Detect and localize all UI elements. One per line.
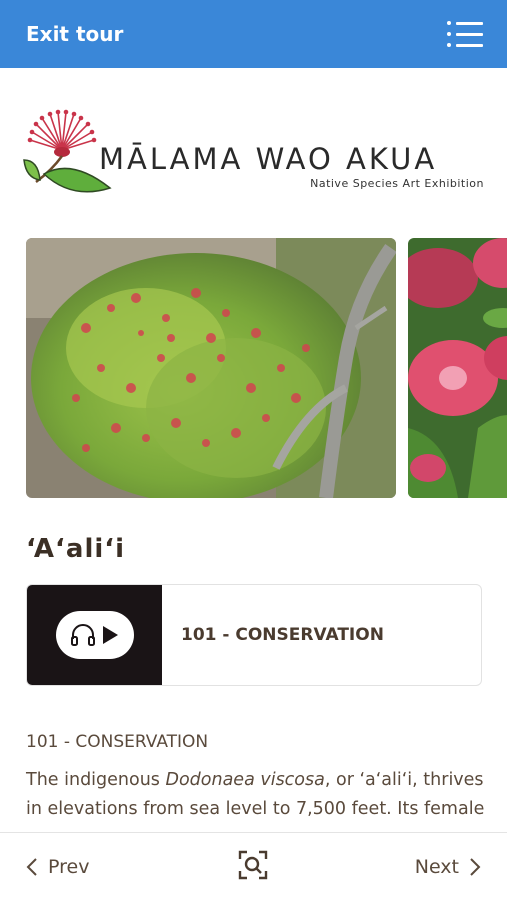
scan-search-icon[interactable] [238,850,268,880]
exit-tour-button[interactable]: Exit tour [26,22,123,46]
description-part: The indigenous [26,770,166,790]
audio-track-card[interactable]: 101 - CONSERVATION [26,584,482,686]
scientific-name: Dodonaea viscosa [165,770,325,790]
headphones-icon [70,624,95,646]
next-label: Next [414,855,459,878]
aalii-shrub-photo[interactable] [26,238,396,498]
pink-flower-photo[interactable] [408,238,507,498]
exhibition-logo: MĀLAMA WAO AKUA Native Species Art Exhib… [22,108,486,198]
description-text: The indigenous Dodonaea viscosa, or ‘a‘a… [26,766,486,824]
logo-title: MĀLAMA WAO AKUA [99,142,438,176]
chevron-left-icon [26,857,37,876]
audio-play-button[interactable] [55,611,134,659]
prev-button[interactable]: Prev [26,856,89,878]
play-icon [102,626,118,644]
bottom-navigation: Prev Next [0,832,507,900]
next-button[interactable]: Next [415,856,481,878]
menu-list-icon[interactable] [447,19,483,49]
prev-label: Prev [48,855,90,878]
image-carousel[interactable] [26,238,507,498]
species-title: ʻAʻaliʻi [26,534,126,564]
audio-thumbnail [27,585,162,685]
audio-track-label: 101 - CONSERVATION [181,625,384,645]
section-heading: 101 - CONSERVATION [26,732,209,752]
chevron-right-icon [470,857,481,876]
top-bar: Exit tour [0,0,507,68]
logo-subtitle: Native Species Art Exhibition [310,177,484,190]
